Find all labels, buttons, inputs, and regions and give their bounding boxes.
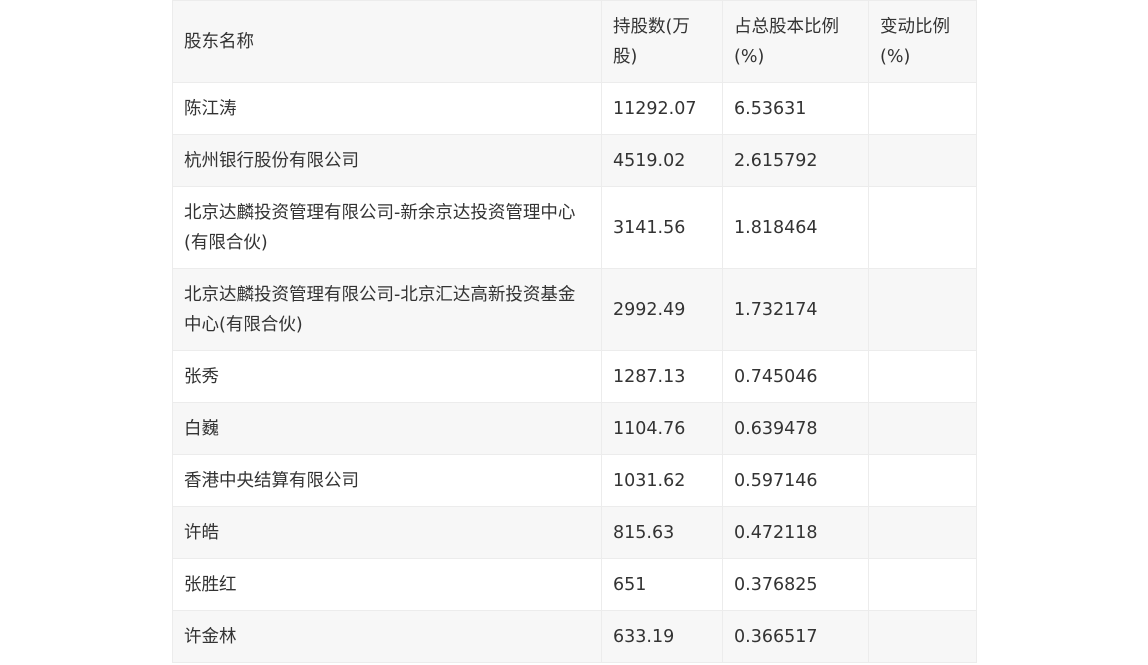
table-row: 张胜红 651 0.376825	[172, 558, 977, 611]
cell-shareholder-name: 杭州银行股份有限公司	[172, 134, 602, 187]
cell-change-ratio	[868, 82, 977, 135]
cell-change-ratio	[868, 506, 977, 559]
table-row: 许皓 815.63 0.472118	[172, 506, 977, 559]
cell-shareholder-name: 张胜红	[172, 558, 602, 611]
cell-share-ratio: 1.732174	[722, 268, 869, 351]
cell-share-ratio: 0.472118	[722, 506, 869, 559]
header-share-ratio: 占总股本比例(%)	[722, 0, 869, 83]
table-row: 白巍 1104.76 0.639478	[172, 402, 977, 455]
cell-change-ratio	[868, 134, 977, 187]
cell-share-ratio: 0.366517	[722, 610, 869, 663]
shareholder-table-container: 股东名称 持股数(万股) 占总股本比例(%) 变动比例(%) 陈江涛 11292…	[172, 0, 977, 663]
cell-shares-held: 1031.62	[601, 454, 723, 507]
table-row: 许金林 633.19 0.366517	[172, 610, 977, 663]
cell-shareholder-name: 陈江涛	[172, 82, 602, 135]
cell-shareholder-name: 北京达麟投资管理有限公司-新余京达投资管理中心(有限合伙)	[172, 186, 602, 269]
cell-change-ratio	[868, 558, 977, 611]
cell-shares-held: 1104.76	[601, 402, 723, 455]
table-row: 张秀 1287.13 0.745046	[172, 350, 977, 403]
cell-change-ratio	[868, 402, 977, 455]
cell-shareholder-name: 张秀	[172, 350, 602, 403]
table-row: 杭州银行股份有限公司 4519.02 2.615792	[172, 134, 977, 187]
cell-share-ratio: 6.53631	[722, 82, 869, 135]
cell-shares-held: 4519.02	[601, 134, 723, 187]
shareholder-table: 股东名称 持股数(万股) 占总股本比例(%) 变动比例(%) 陈江涛 11292…	[172, 0, 977, 663]
header-shareholder-name: 股东名称	[172, 0, 602, 83]
cell-shares-held: 815.63	[601, 506, 723, 559]
cell-shares-held: 651	[601, 558, 723, 611]
cell-shareholder-name: 许皓	[172, 506, 602, 559]
cell-shares-held: 633.19	[601, 610, 723, 663]
cell-share-ratio: 0.597146	[722, 454, 869, 507]
cell-shareholder-name: 许金林	[172, 610, 602, 663]
cell-share-ratio: 1.818464	[722, 186, 869, 269]
table-row: 香港中央结算有限公司 1031.62 0.597146	[172, 454, 977, 507]
table-header-row: 股东名称 持股数(万股) 占总股本比例(%) 变动比例(%)	[172, 0, 977, 83]
table-row: 陈江涛 11292.07 6.53631	[172, 82, 977, 135]
cell-change-ratio	[868, 610, 977, 663]
cell-change-ratio	[868, 454, 977, 507]
cell-shares-held: 3141.56	[601, 186, 723, 269]
cell-change-ratio	[868, 350, 977, 403]
cell-shareholder-name: 香港中央结算有限公司	[172, 454, 602, 507]
cell-shares-held: 1287.13	[601, 350, 723, 403]
table-row: 北京达麟投资管理有限公司-新余京达投资管理中心(有限合伙) 3141.56 1.…	[172, 186, 977, 269]
cell-share-ratio: 2.615792	[722, 134, 869, 187]
cell-shares-held: 11292.07	[601, 82, 723, 135]
cell-share-ratio: 0.376825	[722, 558, 869, 611]
cell-share-ratio: 0.639478	[722, 402, 869, 455]
cell-change-ratio	[868, 186, 977, 269]
cell-share-ratio: 0.745046	[722, 350, 869, 403]
cell-change-ratio	[868, 268, 977, 351]
cell-shares-held: 2992.49	[601, 268, 723, 351]
table-row: 北京达麟投资管理有限公司-北京汇达高新投资基金中心(有限合伙) 2992.49 …	[172, 268, 977, 351]
cell-shareholder-name: 北京达麟投资管理有限公司-北京汇达高新投资基金中心(有限合伙)	[172, 268, 602, 351]
cell-shareholder-name: 白巍	[172, 402, 602, 455]
header-shares-held: 持股数(万股)	[601, 0, 723, 83]
header-change-ratio: 变动比例(%)	[868, 0, 977, 83]
